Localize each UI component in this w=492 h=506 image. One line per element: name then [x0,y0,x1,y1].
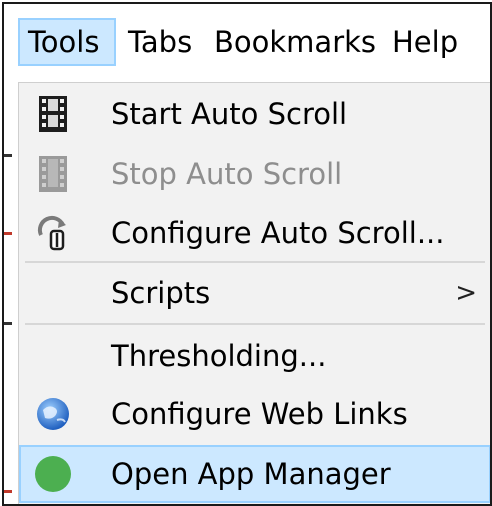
menu-item-open-app-manager[interactable]: Open App Manager [19,445,490,503]
app-window: Tools Tabs Bookmarks Help Start Auto Scr… [2,2,492,506]
menu-item-label: Thresholding... [111,339,327,373]
globe-icon [33,394,73,434]
menu-item-label: Configure Web Links [111,397,408,431]
menu-item-stop-auto-scroll[interactable]: Stop Auto Scroll [19,143,490,205]
menu-item-label: Stop Auto Scroll [111,157,343,191]
menu-separator [25,261,485,263]
menu-item-label: Open App Manager [111,457,391,491]
menu-tools[interactable]: Tools [18,18,116,66]
menu-item-configure-auto-scroll[interactable]: Configure Auto Scroll... [19,205,490,261]
menu-separator [25,323,485,325]
menu-bar: Tools Tabs Bookmarks Help [4,4,490,82]
scroll-config-icon [33,213,73,253]
menu-tabs[interactable]: Tabs [120,18,206,66]
menu-help[interactable]: Help [384,18,470,66]
menu-bookmarks[interactable]: Bookmarks [206,18,382,66]
menu-item-configure-web-links[interactable]: Configure Web Links [19,385,490,443]
menu-item-label: Start Auto Scroll [111,97,348,131]
background-edge-mark [4,490,12,493]
submenu-arrow-icon: > [455,278,477,308]
tools-dropdown-menu: Start Auto Scroll Stop Auto Scroll Confi… [18,82,490,504]
menu-item-label: Configure Auto Scroll... [111,216,445,250]
film-strip-icon [33,94,73,134]
green-circle-icon [33,454,73,494]
background-edge-mark [4,322,12,325]
film-strip-disabled-icon [33,154,73,194]
menu-item-scripts[interactable]: Scripts > [19,265,490,321]
menu-item-start-auto-scroll[interactable]: Start Auto Scroll [19,85,490,143]
menu-item-label: Scripts [111,276,211,310]
background-edge-mark [4,154,12,157]
background-edge-mark [4,232,12,235]
menu-item-thresholding[interactable]: Thresholding... [19,327,490,385]
